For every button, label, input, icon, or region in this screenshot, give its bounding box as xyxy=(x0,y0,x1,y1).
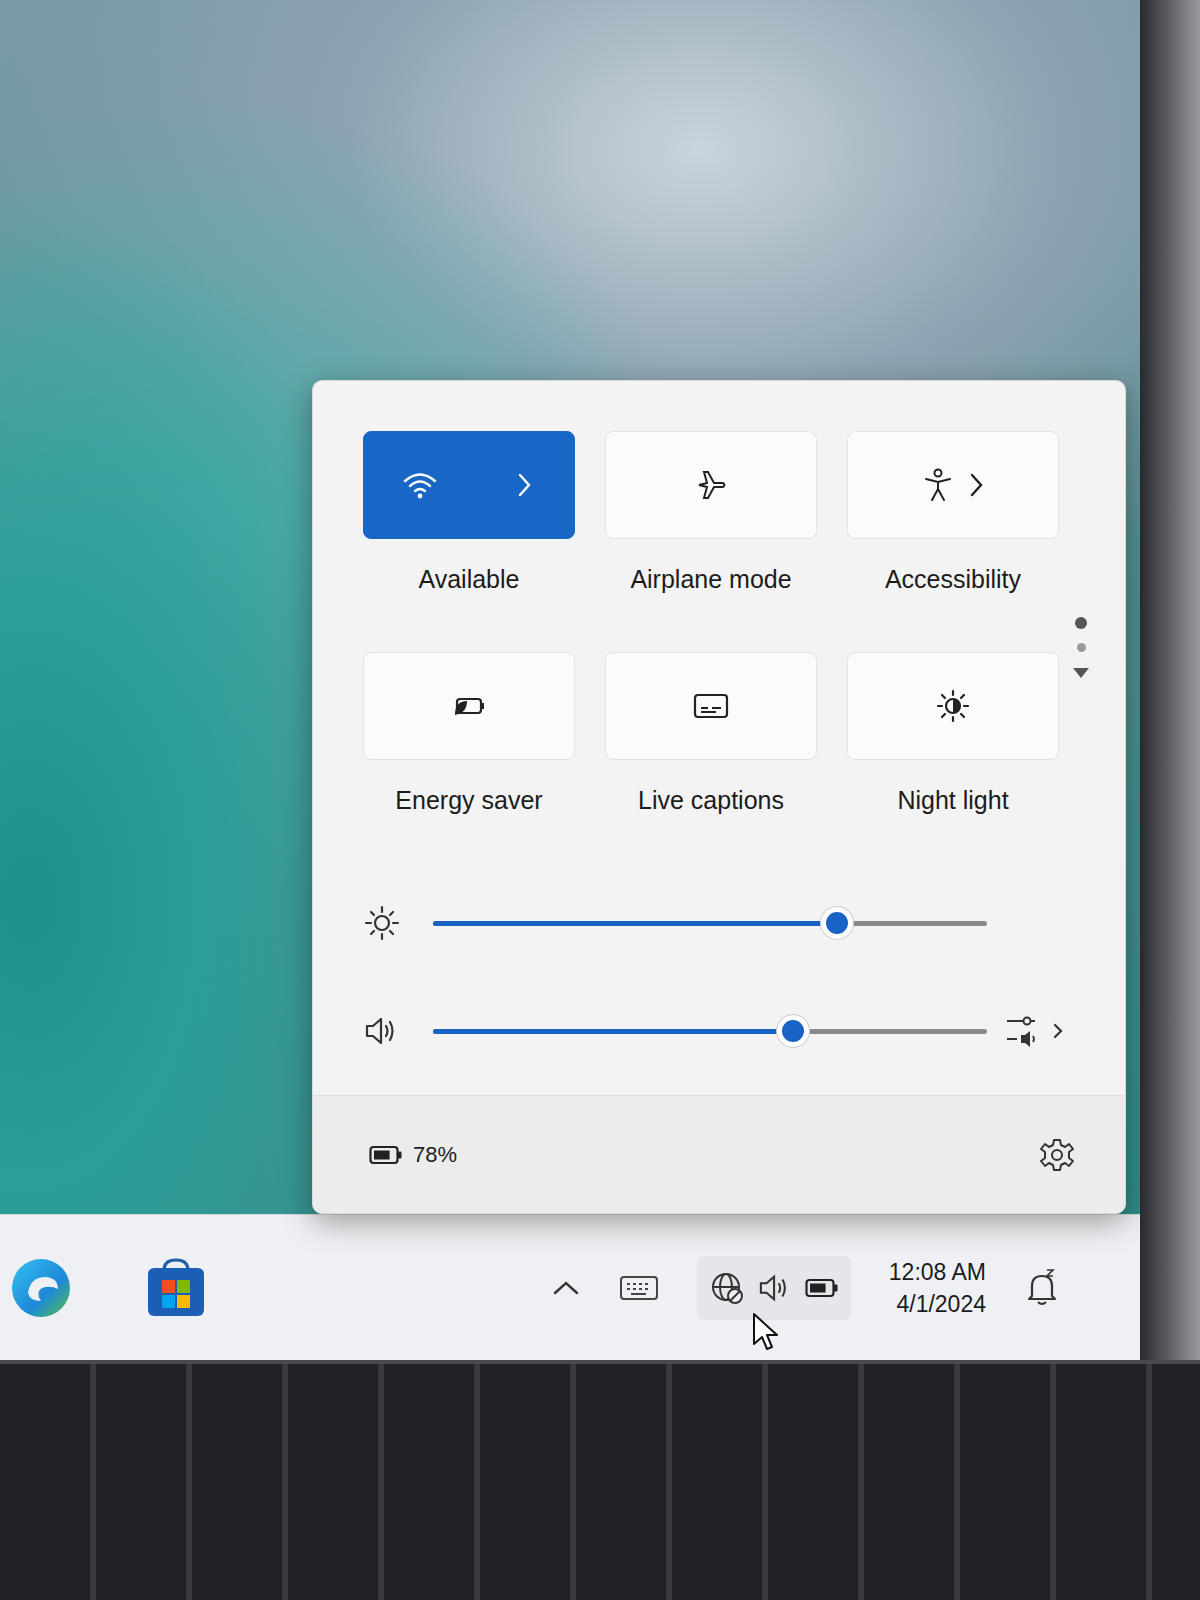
slider-thumb[interactable] xyxy=(777,1015,809,1047)
tile-label: Live captions xyxy=(638,784,784,816)
tile-button[interactable] xyxy=(605,431,817,539)
battery-status[interactable]: 78% xyxy=(363,1142,457,1168)
tile-label: Available xyxy=(418,563,519,595)
clock-time: 12:08 AM xyxy=(889,1256,986,1288)
airplane-icon xyxy=(693,467,729,503)
speaker-icon[interactable] xyxy=(363,1014,401,1048)
laptop-keyboard xyxy=(0,1360,1200,1600)
captions-icon xyxy=(692,691,730,721)
chevron-right-icon xyxy=(968,472,984,498)
edge-logo-icon xyxy=(8,1255,74,1321)
quick-setting-tile: Available xyxy=(363,431,575,595)
touch-keyboard-icon[interactable] xyxy=(619,1274,659,1302)
tile-button[interactable] xyxy=(847,652,1059,760)
tile-label: Night light xyxy=(897,784,1008,816)
show-hidden-icons-icon[interactable] xyxy=(551,1278,581,1298)
wifi-icon xyxy=(402,470,438,500)
battery-percentage: 78% xyxy=(413,1142,457,1168)
audio-output-icon[interactable] xyxy=(1003,1013,1067,1049)
night-light-icon xyxy=(935,688,971,724)
clock[interactable]: 12:08 AM 4/1/2024 xyxy=(889,1256,986,1320)
quick-setting-tile: Energy saver xyxy=(363,652,575,816)
taskbar: 12:08 AM 4/1/2024 xyxy=(0,1214,1140,1360)
screen-bezel xyxy=(1140,0,1200,1360)
quick-setting-tile: Night light xyxy=(847,652,1059,816)
page-dot[interactable] xyxy=(1077,643,1086,652)
edge-app-button[interactable] xyxy=(8,1255,74,1321)
network-sound-battery-button[interactable] xyxy=(697,1256,851,1320)
store-app-button[interactable] xyxy=(144,1256,208,1320)
tile-button[interactable] xyxy=(363,652,575,760)
brightness-icon xyxy=(363,904,401,942)
slider-track[interactable] xyxy=(433,1029,987,1034)
page-indicator xyxy=(1071,617,1091,680)
globe-no-internet-icon xyxy=(709,1270,745,1306)
volume-icon xyxy=(757,1272,793,1304)
volume-slider-row xyxy=(363,1006,1067,1056)
laptop-photo: Available Airplane mode Accessibility En… xyxy=(0,0,1200,1600)
battery-tray-icon xyxy=(805,1277,839,1299)
slider-track[interactable] xyxy=(433,921,987,926)
gear-icon[interactable] xyxy=(1039,1137,1075,1173)
battery-icon xyxy=(369,1145,403,1165)
desktop-wallpaper: Available Airplane mode Accessibility En… xyxy=(0,0,1140,1214)
screen: Available Airplane mode Accessibility En… xyxy=(0,0,1140,1360)
tile-label: Airplane mode xyxy=(630,563,791,595)
brightness-slider-row xyxy=(363,898,1067,948)
tile-button[interactable] xyxy=(605,652,817,760)
slider-thumb[interactable] xyxy=(821,907,853,939)
scroll-down-icon[interactable] xyxy=(1071,666,1091,680)
accessibility-icon xyxy=(922,467,954,503)
mouse-cursor-icon xyxy=(752,1312,782,1352)
tile-button[interactable] xyxy=(847,431,1059,539)
page-dot[interactable] xyxy=(1075,617,1087,629)
quick-settings-panel: Available Airplane mode Accessibility En… xyxy=(312,380,1126,1214)
tile-label: Energy saver xyxy=(395,784,542,816)
quick-setting-tile: Live captions xyxy=(605,652,817,816)
clock-date: 4/1/2024 xyxy=(896,1288,986,1320)
quick-setting-tile: Accessibility xyxy=(847,431,1059,595)
energy-saver-icon xyxy=(449,691,489,721)
chevron-right-icon xyxy=(516,472,532,498)
panel-footer: 78% xyxy=(313,1095,1125,1213)
tile-label: Accessibility xyxy=(885,563,1021,595)
quick-setting-tile: Airplane mode xyxy=(605,431,817,595)
notification-bell-icon[interactable] xyxy=(1024,1268,1060,1308)
tile-button[interactable] xyxy=(363,431,575,539)
store-logo-icon xyxy=(144,1256,208,1320)
